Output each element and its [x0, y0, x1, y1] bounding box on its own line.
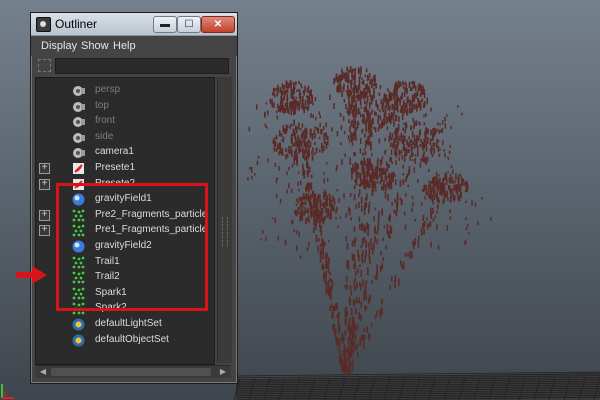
outliner-item[interactable]: front: [36, 114, 214, 129]
outliner-item[interactable]: persp: [36, 83, 214, 98]
svg-text:x: x: [3, 389, 7, 398]
highlight-box: [56, 183, 208, 311]
camera-icon: [73, 86, 85, 96]
close-button[interactable]: ✕: [201, 16, 235, 33]
horizontal-scroll-thumb[interactable]: [51, 368, 211, 376]
camera-icon: [73, 117, 85, 128]
outliner-item-label: camera1: [95, 146, 134, 158]
title-bar[interactable]: Outliner ▬ ☐ ✕: [31, 13, 237, 36]
outliner-item[interactable]: defaultLightSet: [36, 317, 214, 332]
search-row: [31, 57, 237, 75]
outliner-item-label: side: [95, 130, 114, 142]
scrollbar-grip[interactable]: [222, 217, 228, 247]
menu-show[interactable]: Show: [81, 40, 109, 52]
minimize-button[interactable]: ▬: [153, 16, 177, 33]
horizontal-scrollbar[interactable]: ◀ ▶: [35, 365, 231, 378]
menu-bar: Display Show Help: [31, 36, 237, 56]
camera-icon: [73, 148, 85, 159]
window-title: Outliner: [55, 17, 98, 31]
menu-display[interactable]: Display: [41, 40, 77, 52]
camera-icon: [73, 101, 85, 112]
outliner-item[interactable]: camera1: [36, 145, 214, 160]
search-input[interactable]: [55, 58, 229, 74]
menu-help[interactable]: Help: [113, 40, 136, 52]
outliner-item-label: persp: [95, 84, 121, 95]
expand-icon[interactable]: +: [39, 163, 50, 174]
expand-icon[interactable]: +: [39, 225, 50, 237]
outliner-item-label: top: [95, 99, 109, 111]
outliner-item[interactable]: defaultObjectSet: [36, 333, 214, 348]
set-icon: [72, 334, 85, 347]
outliner-item-label: defaultObjectSet: [95, 333, 169, 345]
red-arrow-icon: [16, 266, 47, 284]
camera-icon: [73, 132, 85, 143]
filter-icon[interactable]: [38, 59, 51, 72]
scroll-right-arrow-icon[interactable]: ▶: [217, 366, 229, 378]
axis-indicator-icon: x: [1, 384, 14, 399]
maximize-button[interactable]: ☐: [177, 16, 201, 33]
outliner-item[interactable]: side: [36, 130, 214, 145]
transform-icon: [73, 163, 84, 174]
expand-icon[interactable]: +: [39, 178, 50, 190]
outliner-item-label: front: [95, 115, 116, 127]
expand-icon[interactable]: +: [39, 209, 50, 221]
vertical-scrollbar[interactable]: [217, 77, 232, 363]
outliner-item-label: defaultLightSet: [95, 318, 162, 329]
set-icon: [72, 318, 85, 331]
app-icon: [36, 17, 51, 32]
outliner-item[interactable]: top: [36, 99, 214, 114]
outliner-item[interactable]: + Presete1: [36, 161, 214, 176]
outliner-item-label: Presete1: [95, 162, 136, 173]
scroll-left-arrow-icon[interactable]: ◀: [37, 366, 49, 378]
